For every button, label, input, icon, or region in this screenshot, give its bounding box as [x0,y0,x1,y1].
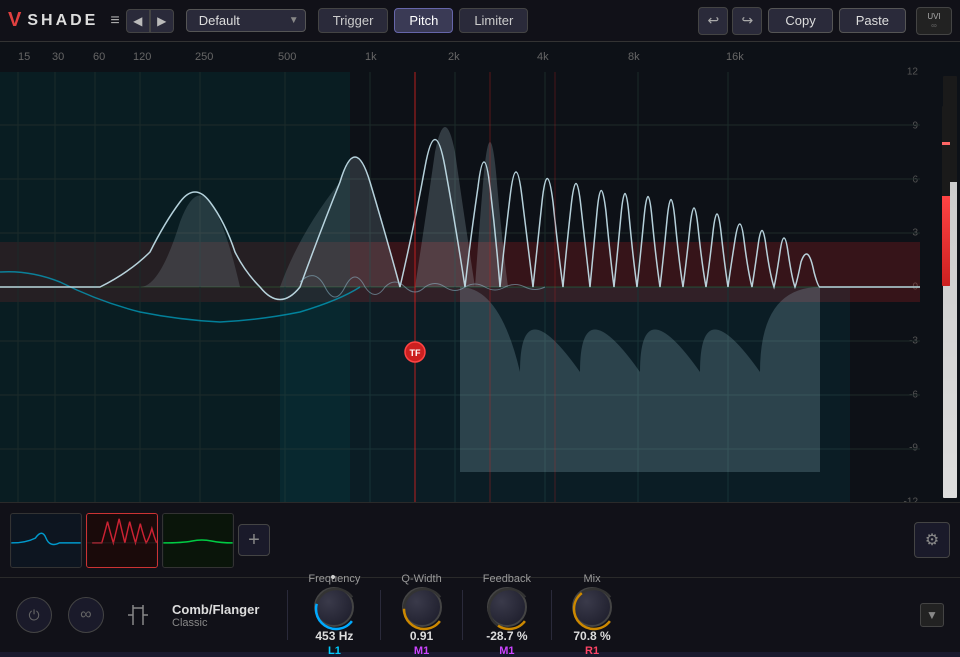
preset-label: Default [199,13,240,28]
freq-label-250: 250 [195,51,213,63]
loop-icon: ∞ [80,606,91,624]
mix-channel: R1 [585,645,599,657]
freq-label-4k: 4k [537,51,549,63]
pitch-button[interactable]: Pitch [394,8,453,33]
paste-button[interactable]: Paste [839,8,906,33]
band-name: Comb/Flanger Classic [172,602,259,629]
frequency-channel: L1 [328,645,341,657]
meter-right-fill [942,196,950,286]
freq-label-8k: 8k [628,51,640,63]
feedback-label: Feedback [483,573,531,585]
menu-icon[interactable]: ≡ [110,12,119,30]
freq-label-500: 500 [278,51,296,63]
logo-area: V SHADE [8,9,98,32]
qwidth-label: Q-Width [401,573,441,585]
level-meters [940,72,960,502]
trigger-button[interactable]: Trigger [318,8,389,33]
freq-label-1k: 1k [365,51,377,63]
freq-label-120: 120 [133,51,151,63]
band-thumbnails: + ⚙ [0,502,960,577]
feedback-channel: M1 [499,645,514,657]
feedback-knob-group: Feedback -28.7 % M1 [483,573,531,657]
divider-3 [462,590,463,640]
band-name-sub: Classic [172,617,259,629]
redo-button[interactable]: ↪ [732,7,762,35]
loop-button[interactable]: ∞ [68,597,104,633]
bottom-dropdown-button[interactable]: ▼ [920,603,944,627]
logo-v-icon: V [8,9,21,32]
qwidth-knob[interactable] [402,587,442,627]
qwidth-knob-group: Q-Width 0.91 M1 [401,573,441,657]
qwidth-channel: M1 [414,645,429,657]
mix-knob[interactable] [572,587,612,627]
undo-redo-group: ↩ ↪ [698,7,762,35]
nav-arrows: ◀ ▶ [126,9,174,33]
top-bar: V SHADE ≡ ◀ ▶ Default ▼ Trigger Pitch Li… [0,0,960,42]
band-thumb-3[interactable] [162,513,234,568]
freq-label-15: 15 [18,51,30,63]
bottom-controls: ⏻ ∞ Comb/Flanger Classic Frequency 453 H… [0,577,960,652]
nav-prev-button[interactable]: ◀ [126,9,150,33]
band-type-icon [120,597,156,633]
preset-dropdown[interactable]: Default ▼ [186,9,306,32]
eq-area: 15 30 60 120 250 500 1k 2k 4k 8k 16k 12 … [0,42,960,502]
divider-2 [380,590,381,640]
frequency-knob-group: Frequency 453 Hz L1 [308,573,360,657]
band-thumb-1[interactable] [10,513,82,568]
mix-label: Mix [583,573,600,585]
meter-right [942,106,950,286]
feedback-knob[interactable] [487,587,527,627]
freq-label-2k: 2k [448,51,460,63]
freq-label-16k: 16k [726,51,744,63]
band-thumb-2[interactable] [86,513,158,568]
freq-ruler: 15 30 60 120 250 500 1k 2k 4k 8k 16k [0,42,920,72]
nav-next-button[interactable]: ▶ [150,9,174,33]
limiter-button[interactable]: Limiter [459,8,528,33]
add-band-button[interactable]: + [238,524,270,556]
power-icon: ⏻ [28,607,39,624]
meter-peak [942,142,950,145]
app-name: SHADE [27,12,98,30]
undo-button[interactable]: ↩ [698,7,728,35]
freq-label-30: 30 [52,51,64,63]
divider-1 [287,590,288,640]
divider-4 [551,590,552,640]
freq-label-60: 60 [93,51,105,63]
dropdown-arrow-icon: ▼ [289,15,299,26]
svg-text:TF: TF [410,348,421,358]
frequency-knob[interactable] [314,587,354,627]
band-name-title: Comb/Flanger [172,602,259,617]
mix-knob-group: Mix 70.8 % R1 [572,573,612,657]
settings-button[interactable]: ⚙ [914,522,950,558]
uvi-badge: UVI ∞ [916,7,952,35]
eq-curve-svg: TF [0,72,920,502]
copy-button[interactable]: Copy [768,8,832,33]
power-button[interactable]: ⏻ [16,597,52,633]
